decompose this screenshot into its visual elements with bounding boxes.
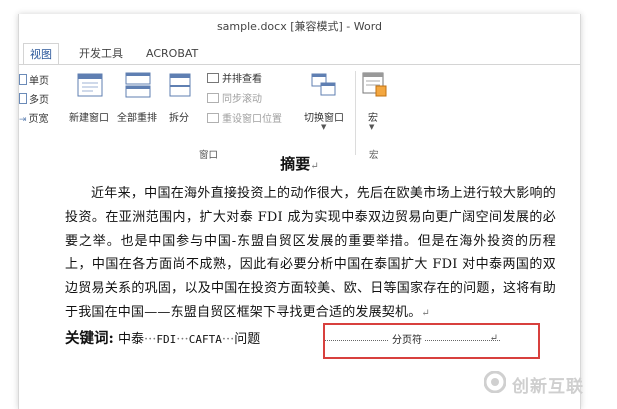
watermark-text: 创新互联	[512, 377, 584, 397]
multi-page-label: 多页	[29, 95, 49, 106]
reset-position-icon	[207, 113, 219, 123]
page-break-label: 分页符	[389, 331, 425, 346]
split-button[interactable]: 拆分	[165, 71, 195, 129]
switch-windows-icon	[311, 73, 336, 96]
keyword-1: 中泰	[118, 332, 145, 347]
single-page-icon	[19, 74, 27, 85]
paragraph-mark: ↵	[310, 161, 319, 172]
sync-scroll-button[interactable]: 同步滚动	[207, 90, 262, 105]
abstract-paragraph: 近年来，中国在海外直接投资上的动作很大，先后在欧美市场上进行较大影响的投资。在亚…	[65, 182, 556, 326]
keyword-3: CAFTA	[188, 333, 222, 346]
group-divider	[355, 71, 356, 155]
reset-position-label: 重设窗口位置	[222, 114, 282, 125]
new-window-label: 新建窗口	[69, 113, 109, 124]
keywords-line: 关键词: 中泰···FDI···CAFTA···问题	[65, 327, 260, 348]
page-width-label: 页宽	[28, 114, 49, 125]
split-icon	[169, 73, 191, 97]
single-page-button[interactable]: 单页	[19, 72, 49, 87]
watermark-logo-icon	[484, 371, 506, 393]
keyword-separator: ···	[144, 332, 157, 347]
switch-windows-label: 切换窗口	[304, 113, 344, 124]
multi-page-button[interactable]: 多页	[19, 91, 49, 106]
window-title: sample.docx [兼容模式] - Word	[216, 20, 383, 33]
side-by-side-icon	[207, 73, 219, 83]
sync-scroll-icon	[207, 93, 219, 103]
side-by-side-label: 并排查看	[222, 74, 262, 85]
keywords-label: 关键词:	[65, 330, 114, 347]
paragraph-mark: ↵	[421, 307, 430, 319]
ribbon-tabs: 视图 开发工具 ACROBAT	[19, 43, 580, 66]
arrange-all-button[interactable]: 全部重排	[115, 71, 161, 129]
reset-position-button[interactable]: 重设窗口位置	[207, 110, 282, 125]
chevron-down-icon: ▼	[321, 123, 327, 131]
chevron-down-icon: ▼	[369, 123, 375, 131]
macros-icon	[362, 72, 387, 97]
abstract-heading-text: 摘要	[280, 155, 311, 173]
paragraph-mark: ↵	[489, 333, 498, 344]
abstract-text: 近年来，中国在海外直接投资上的动作很大，先后在欧美市场上进行较大影响的投资。在亚…	[65, 186, 556, 320]
ribbon-view: 单页 多页 ⇥ 页宽 新建窗口 全部重排 拆分 并排查看 同步滚动 重设窗口位置…	[19, 64, 580, 164]
tab-acrobat[interactable]: ACROBAT	[140, 43, 204, 64]
page-break-highlight[interactable]: 分页符 ↵	[323, 323, 540, 359]
tab-view[interactable]: 视图	[23, 43, 59, 66]
switch-windows-button[interactable]: 切换窗口 ▼	[301, 71, 349, 143]
abstract-heading: 摘要↵	[19, 153, 580, 174]
multi-page-icon	[19, 93, 27, 104]
keyword-separator: ···	[176, 332, 189, 347]
macros-label: 宏	[368, 113, 378, 124]
sync-scroll-label: 同步滚动	[222, 94, 262, 105]
arrange-all-label: 全部重排	[117, 113, 157, 124]
keyword-4: 问题	[234, 332, 261, 347]
page-width-button[interactable]: ⇥ 页宽	[19, 110, 49, 125]
macros-button[interactable]: 宏 ▼	[359, 71, 391, 143]
new-window-icon	[77, 73, 103, 97]
single-page-label: 单页	[29, 76, 49, 87]
tab-developer[interactable]: 开发工具	[73, 43, 129, 64]
keyword-2: FDI	[156, 333, 177, 346]
split-label: 拆分	[169, 113, 189, 124]
keyword-separator: ···	[221, 332, 235, 347]
arrange-all-icon	[125, 72, 151, 98]
side-by-side-button[interactable]: 并排查看	[207, 70, 262, 85]
page-width-icon: ⇥	[19, 115, 27, 125]
new-window-button[interactable]: 新建窗口	[67, 71, 111, 129]
word-window: sample.docx [兼容模式] - Word 视图 开发工具 ACROBA…	[18, 14, 581, 409]
